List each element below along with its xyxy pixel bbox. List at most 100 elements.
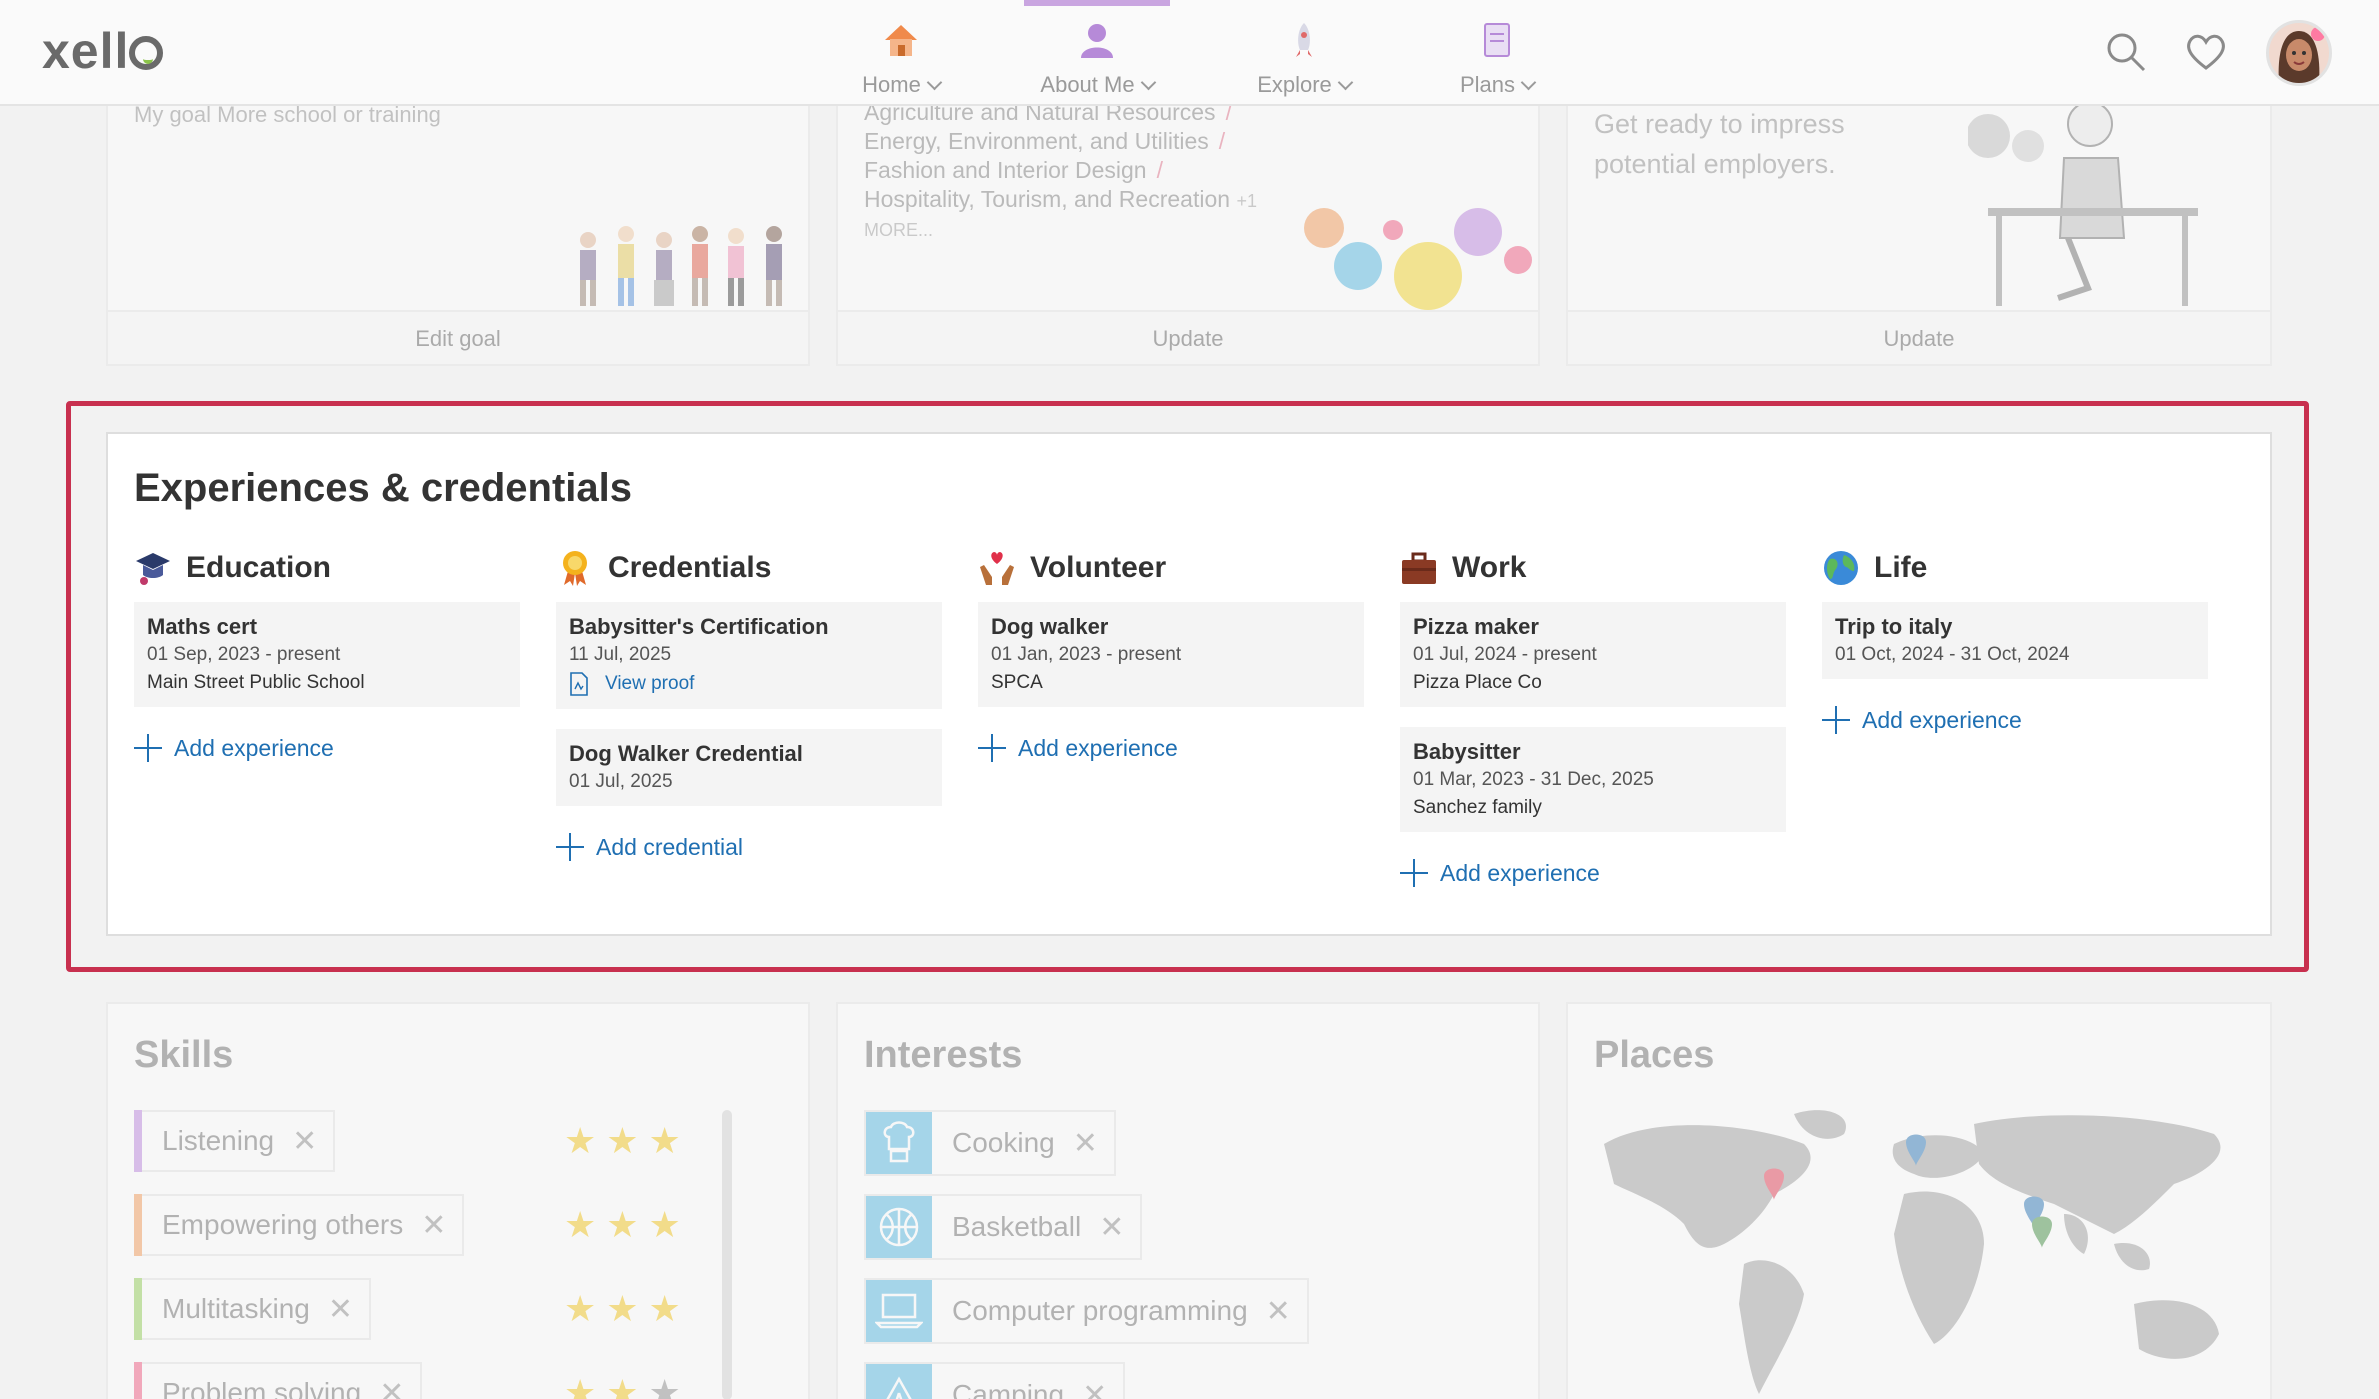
clipboard-icon — [1484, 23, 1510, 57]
update-employers-button[interactable]: Update — [1568, 310, 2270, 364]
entry-title: Pizza maker — [1413, 614, 1539, 639]
user-avatar[interactable] — [2266, 20, 2332, 86]
skill-chip[interactable]: Listening ✕ — [134, 1110, 336, 1172]
add-credential-label: Add credential — [596, 833, 744, 860]
interest-chip[interactable]: Cooking ✕ — [864, 1110, 1116, 1176]
award-ribbon-icon — [563, 551, 587, 586]
skill-chip[interactable]: Problem solving ✕ — [134, 1362, 423, 1399]
interest-label: Computer programming — [952, 1295, 1248, 1326]
nav-plans[interactable]: Plans — [1452, 0, 1542, 104]
career-item[interactable]: Hospitality, Tourism, and Recreation — [864, 186, 1230, 212]
skills-title: Skills — [134, 1034, 234, 1076]
add-credential-button[interactable]: Add credential — [556, 830, 942, 864]
skill-label: Multitasking — [162, 1293, 310, 1324]
plus-icon — [978, 734, 1006, 762]
edit-goal-button[interactable]: Edit goal — [108, 310, 808, 364]
close-icon[interactable]: ✕ — [292, 1124, 317, 1159]
skills-scrollbar[interactable] — [722, 1110, 732, 1399]
chevron-down-icon — [1520, 74, 1537, 91]
close-icon[interactable]: ✕ — [379, 1376, 404, 1399]
add-education-button[interactable]: Add experience — [134, 731, 520, 765]
interest-chip[interactable]: Basketball ✕ — [864, 1194, 1143, 1260]
world-map-icon[interactable] — [1594, 1104, 2244, 1399]
document-icon — [570, 672, 588, 696]
nav-home[interactable]: Home — [846, 0, 956, 104]
plus-icon — [1400, 859, 1428, 887]
interest-chip[interactable]: Camping ✕ — [864, 1362, 1126, 1399]
add-work-button[interactable]: Add experience — [1400, 856, 1786, 890]
view-proof-link[interactable]: View proof — [569, 669, 930, 699]
nav-explore[interactable]: Explore — [1244, 0, 1364, 104]
more-link[interactable]: MORE... — [864, 216, 1257, 245]
interest-label: Camping — [952, 1379, 1065, 1399]
career-item[interactable]: Fashion and Interior Design — [864, 157, 1147, 183]
career-item[interactable]: Energy, Environment, and Utilities — [864, 128, 1209, 154]
add-life-button[interactable]: Add experience — [1822, 703, 2208, 737]
work-entry[interactable]: Pizza maker 01 Jul, 2024 - present Pizza… — [1400, 602, 1786, 707]
entry-title: Maths cert — [147, 614, 258, 639]
entry-organization: Main Street Public School — [147, 672, 365, 693]
entry-organization: Pizza Place Co — [1413, 672, 1542, 693]
employers-text: Get ready to impress potential employers… — [1594, 109, 1845, 179]
skill-rating[interactable]: ★★★ — [564, 1204, 691, 1246]
life-title: Life — [1874, 551, 1928, 584]
nav-explore-label: Explore — [1257, 72, 1332, 97]
entry-dates: 01 Mar, 2023 - 31 Dec, 2025 — [1413, 769, 1654, 790]
chef-icon — [866, 1112, 932, 1174]
entry-dates: 01 Jan, 2023 - present — [991, 644, 1182, 665]
xello-logo[interactable]: xell — [42, 22, 164, 80]
skill-color-bar — [134, 1362, 142, 1399]
career-list: Agriculture and Natural Resources / Energ… — [864, 98, 1257, 245]
interest-label: Cooking — [952, 1127, 1055, 1158]
close-icon[interactable]: ✕ — [1082, 1378, 1107, 1399]
volunteer-title: Volunteer — [1030, 551, 1167, 584]
career-bubbles-icon — [1304, 208, 1532, 310]
skill-rating[interactable]: ★★★ — [564, 1288, 691, 1330]
skill-chip[interactable]: Multitasking ✕ — [134, 1278, 371, 1340]
search-icon[interactable] — [2104, 30, 2148, 74]
rocket-icon — [1296, 23, 1312, 57]
add-life-label: Add experience — [1862, 706, 2022, 733]
update-careers-button[interactable]: Update — [838, 310, 1538, 364]
close-icon[interactable]: ✕ — [1266, 1294, 1291, 1329]
chevron-down-icon — [1337, 74, 1354, 91]
entry-dates: 01 Oct, 2024 - 31 Oct, 2024 — [1835, 644, 2070, 665]
credential-entry[interactable]: Dog Walker Credential 01 Jul, 2025 — [556, 729, 942, 806]
add-education-label: Add experience — [174, 734, 334, 761]
person-icon — [1081, 24, 1113, 58]
close-icon[interactable]: ✕ — [421, 1208, 446, 1243]
skill-rating[interactable]: ★★★ — [564, 1372, 691, 1399]
nav-about-me[interactable]: About Me — [1024, 0, 1170, 104]
volunteer-entry[interactable]: Dog walker 01 Jan, 2023 - present SPCA — [978, 602, 1364, 707]
globe-icon — [1824, 551, 1858, 585]
skill-rating[interactable]: ★★★ — [564, 1120, 691, 1162]
goal-card: My goal More school or training Edit goa… — [106, 96, 810, 366]
students-illustration-icon — [580, 226, 782, 306]
credentials-column: Credentials Babysitter's Certification 1… — [556, 546, 942, 864]
work-entry[interactable]: Babysitter 01 Mar, 2023 - 31 Dec, 2025 S… — [1400, 727, 1786, 832]
careers-card: Agriculture and Natural Resources / Energ… — [836, 96, 1540, 366]
close-icon[interactable]: ✕ — [1099, 1210, 1124, 1245]
employers-card: Get ready to impress potential employers… — [1566, 96, 2272, 366]
life-entry[interactable]: Trip to italy 01 Oct, 2024 - 31 Oct, 202… — [1822, 602, 2208, 679]
interest-label: Basketball — [952, 1211, 1082, 1242]
work-column: Work Pizza maker 01 Jul, 2024 - present … — [1400, 546, 1786, 890]
add-work-label: Add experience — [1440, 859, 1600, 886]
close-icon[interactable]: ✕ — [328, 1292, 353, 1327]
skill-chip[interactable]: Empowering others ✕ — [134, 1194, 465, 1256]
heart-icon[interactable] — [2184, 30, 2228, 74]
entry-title: Trip to italy — [1835, 614, 1953, 639]
education-entry[interactable]: Maths cert 01 Sep, 2023 - present Main S… — [134, 602, 520, 707]
separator: / — [1156, 157, 1163, 183]
plus-icon — [134, 734, 162, 762]
close-icon[interactable]: ✕ — [1073, 1126, 1098, 1161]
experiences-panel: Experiences & credentials Education Math… — [106, 432, 2272, 936]
skills-card: Skills Listening ✕ ★★★ Empowering others… — [106, 1002, 810, 1399]
nav-home-label: Home — [862, 72, 921, 97]
add-volunteer-button[interactable]: Add experience — [978, 731, 1364, 765]
credential-entry[interactable]: Babysitter's Certification 11 Jul, 2025 … — [556, 602, 942, 709]
desk-illustration-icon — [1968, 101, 2198, 306]
skill-color-bar — [134, 1278, 142, 1340]
nav-about-me-label: About Me — [1040, 72, 1135, 97]
interest-chip[interactable]: Computer programming ✕ — [864, 1278, 1309, 1344]
